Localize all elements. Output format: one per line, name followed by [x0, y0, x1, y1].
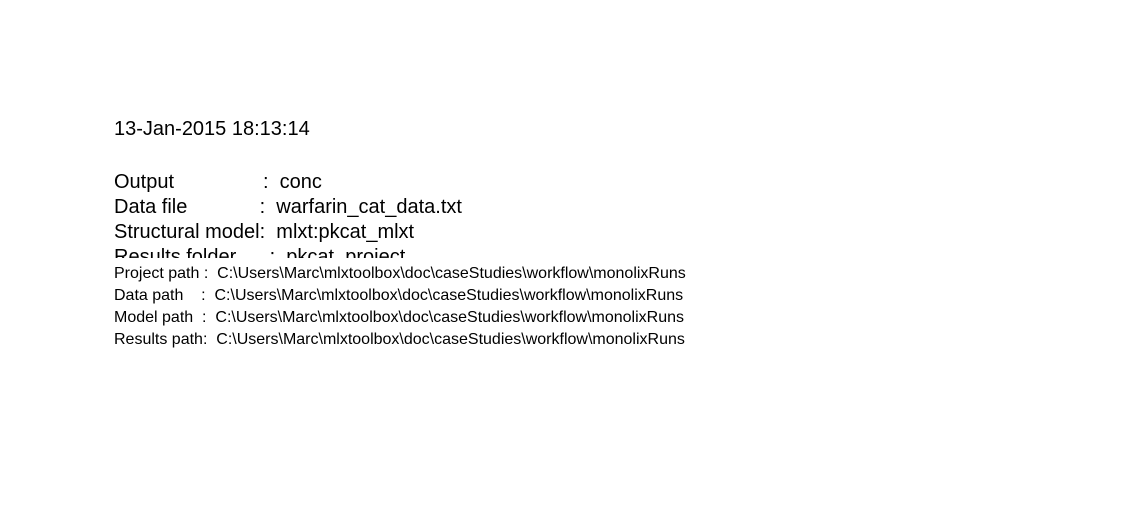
- summary-label: Results folder: [114, 246, 270, 258]
- summary-label: Structural model: [114, 221, 260, 243]
- summary-row-results-folder: Results folder : pkcat_project: [114, 247, 405, 258]
- path-label: Model path :: [114, 309, 216, 326]
- summary-value: pkcat_project: [286, 246, 406, 258]
- path-value: C:\Users\Marc\mlxtoolbox\doc\caseStudies…: [215, 309, 684, 326]
- summary-separator: :: [259, 221, 277, 243]
- summary-value: mlxt:pkcat_mlxt: [276, 221, 415, 243]
- path-value: C:\Users\Marc\mlxtoolbox\doc\caseStudies…: [217, 265, 686, 282]
- path-label: Results path:: [114, 331, 217, 348]
- summary-value: warfarin_cat_data.txt: [276, 196, 462, 218]
- path-label: Project path :: [114, 265, 218, 282]
- path-value: C:\Users\Marc\mlxtoolbox\doc\caseStudies…: [216, 331, 685, 348]
- summary-label: Data file: [114, 196, 260, 218]
- summary-separator: :: [262, 171, 280, 193]
- summary-separator: :: [259, 196, 277, 218]
- summary-separator: :: [269, 246, 287, 258]
- path-row-data: Data path : C:\Users\Marc\mlxtoolbox\doc…: [114, 288, 683, 304]
- path-value: C:\Users\Marc\mlxtoolbox\doc\caseStudies…: [214, 287, 684, 304]
- summary-row-structural-model: Structural model: mlxt:pkcat_mlxt: [114, 222, 414, 242]
- report-timestamp: 13-Jan-2015 18:13:14: [114, 118, 310, 140]
- path-row-results: Results path: C:\Users\Marc\mlxtoolbox\d…: [114, 332, 685, 348]
- path-row-project: Project path : C:\Users\Marc\mlxtoolbox\…: [114, 266, 686, 282]
- summary-label: Output: [114, 171, 263, 193]
- path-row-model: Model path : C:\Users\Marc\mlxtoolbox\do…: [114, 310, 684, 326]
- summary-value: conc: [279, 171, 322, 193]
- summary-row-output: Output : conc: [114, 172, 322, 192]
- summary-row-data-file: Data file : warfarin_cat_data.txt: [114, 197, 462, 217]
- summary-block: Output : conc Data file : warfarin_cat_d…: [114, 170, 714, 258]
- path-label: Data path :: [114, 287, 215, 304]
